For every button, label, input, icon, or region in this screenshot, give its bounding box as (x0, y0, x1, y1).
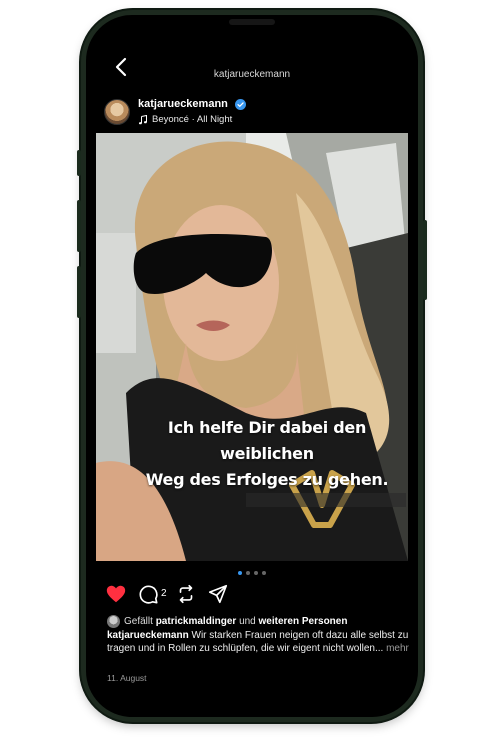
music-label: Beyoncé · All Night (152, 114, 233, 125)
overlay-line-1: Ich helfe Dir dabei den weiblichen (167, 418, 367, 463)
page-title: katjarueckemann (213, 69, 291, 80)
likes-summary[interactable]: Gefällt patrickmaldinger und weiteren Pe… (107, 615, 347, 628)
likes-prefix: Gefällt (124, 616, 153, 627)
carousel-dot (254, 571, 258, 575)
action-bar: 2 (86, 583, 418, 609)
phone-side-button (423, 220, 427, 300)
carousel-dot (246, 571, 250, 575)
music-note-icon (139, 114, 147, 124)
carousel-dot (238, 571, 242, 575)
caption-more-link[interactable]: mehr (386, 643, 409, 654)
speaker (229, 19, 275, 25)
post-username[interactable]: katjarueckemann (138, 98, 228, 110)
liker-username[interactable]: patrickmaldinger (156, 616, 237, 627)
phone-side-button (77, 200, 81, 252)
post-date: 11. August (107, 673, 147, 683)
music-row[interactable]: Beyoncé · All Night (138, 114, 232, 125)
post-image[interactable]: Ich helfe Dir dabei den weiblichen Weg d… (96, 133, 408, 561)
verified-badge-icon (235, 99, 246, 110)
likes-others[interactable]: weiteren Personen (259, 616, 348, 627)
overlay-line-2: Weg des Erfolges zu gehen. (145, 470, 389, 489)
post-photo-illustration (96, 133, 408, 561)
comment-icon[interactable] (137, 583, 159, 605)
phone-side-button (77, 150, 81, 176)
comment-count: 2 (161, 588, 167, 599)
screen: katjarueckemann katjarueckemann Beyoncé … (86, 15, 418, 717)
repost-icon[interactable] (175, 583, 197, 605)
image-overlay-text: Ich helfe Dir dabei den weiblichen Weg d… (126, 415, 408, 493)
phone-side-button (77, 266, 81, 318)
carousel-dot (262, 571, 266, 575)
avatar[interactable] (104, 99, 130, 125)
top-bar: katjarueckemann (86, 45, 418, 85)
liker-avatar (107, 615, 120, 628)
carousel-indicator (86, 571, 418, 575)
likes-middle: und (239, 616, 256, 627)
caption-username[interactable]: katjarueckemann (107, 630, 189, 641)
share-icon[interactable] (207, 583, 229, 605)
heart-icon[interactable] (105, 583, 127, 605)
post-caption: katjarueckemann Wir starken Frauen neige… (107, 629, 411, 655)
